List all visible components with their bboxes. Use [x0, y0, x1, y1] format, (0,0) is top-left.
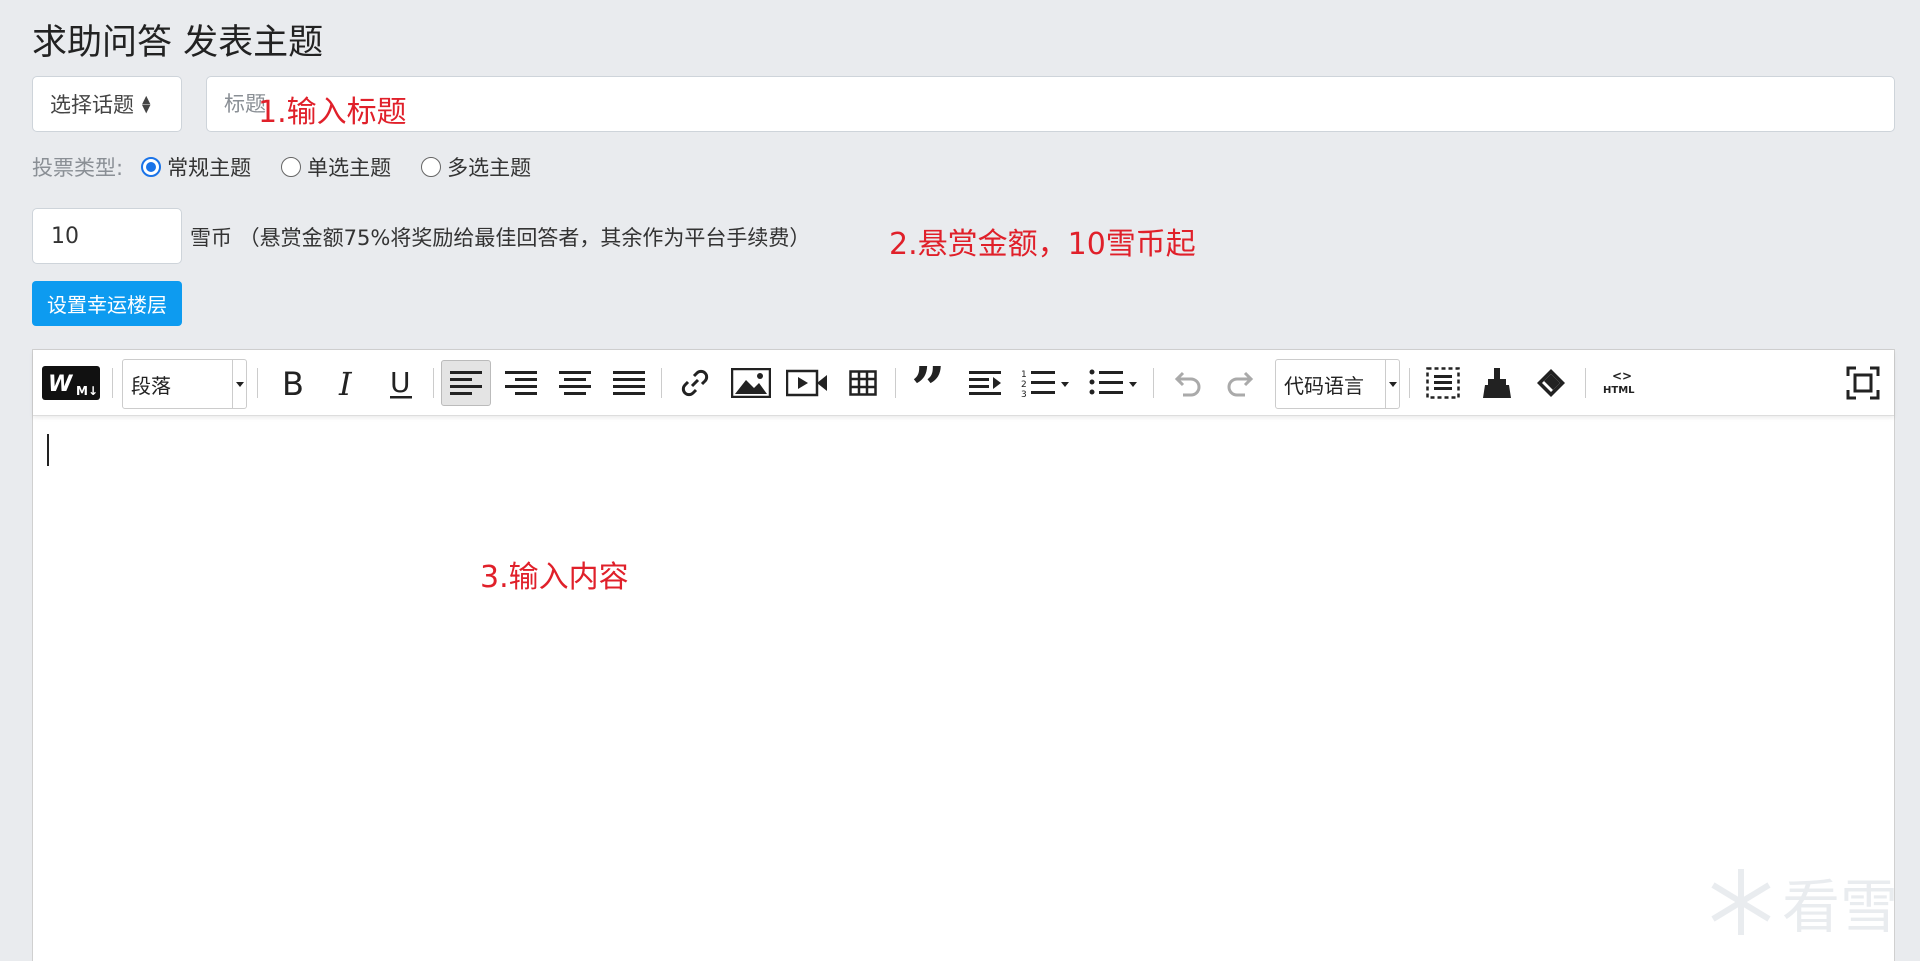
- toolbar-separator: [895, 368, 896, 398]
- annotation-step1: 1.输入标题: [258, 95, 407, 130]
- align-justify-icon[interactable]: [605, 360, 653, 406]
- title-input[interactable]: [206, 76, 1895, 132]
- radio-button[interactable]: [141, 157, 162, 177]
- svg-text:B: B: [282, 367, 304, 399]
- annotation-step2: 2.悬赏金额，10雪币起: [889, 227, 1196, 262]
- watermark-text: 看雪: [1782, 873, 1899, 941]
- toolbar-separator: [1409, 368, 1410, 398]
- vote-option-single[interactable]: 单选主题: [281, 152, 391, 182]
- svg-text:M↓: M↓: [76, 384, 98, 398]
- svg-text:W: W: [48, 372, 74, 397]
- rich-text-editor: W M↓ 段落 B I U 1 2 3 代码语言 <> HTML: [32, 349, 1895, 961]
- code-language-value: 代码语言: [1284, 373, 1364, 398]
- link-icon[interactable]: [671, 360, 719, 406]
- toolbar-separator: [1153, 368, 1154, 398]
- sort-arrows-icon: ▲ ▼: [142, 93, 151, 115]
- vote-option-regular[interactable]: 常规主题: [141, 152, 251, 182]
- radio-button[interactable]: [421, 157, 442, 177]
- svg-text:I: I: [338, 367, 353, 399]
- paragraph-select-value: 段落: [131, 373, 171, 398]
- page-title: 求助问答 发表主题: [32, 23, 324, 63]
- format-painter-icon[interactable]: [1473, 360, 1521, 406]
- svg-text:2: 2: [1021, 380, 1027, 390]
- editor-toolbar: W M↓ 段落 B I U 1 2 3 代码语言 <> HTML: [33, 350, 1894, 416]
- annotation-step3: 3.输入内容: [480, 560, 629, 595]
- select-all-icon[interactable]: [1419, 360, 1467, 406]
- topic-select-label: 选择话题: [50, 93, 134, 117]
- image-icon[interactable]: [725, 360, 777, 406]
- align-left-icon[interactable]: [441, 360, 491, 406]
- paragraph-select[interactable]: 段落: [122, 359, 247, 409]
- vote-option-label: 多选主题: [447, 156, 532, 180]
- unordered-list-icon[interactable]: [1083, 360, 1145, 406]
- vote-option-label: 单选主题: [307, 156, 392, 180]
- html-icon-label: HTML: [1603, 385, 1635, 396]
- caret-down-icon: [232, 360, 246, 408]
- fullscreen-icon[interactable]: [1839, 360, 1887, 406]
- caret-down-icon: [1385, 360, 1399, 408]
- svg-text:1: 1: [1021, 370, 1027, 380]
- vote-option-multiple[interactable]: 多选主题: [421, 152, 531, 182]
- indent-icon[interactable]: [961, 360, 1009, 406]
- bold-icon[interactable]: B: [269, 360, 317, 406]
- vote-type-label: 投票类型:: [32, 156, 124, 180]
- watermark: 看雪: [1710, 860, 1898, 944]
- html-icon[interactable]: <> HTML: [1595, 360, 1643, 406]
- underline-icon[interactable]: U: [377, 360, 425, 406]
- video-icon[interactable]: [781, 360, 833, 406]
- vote-option-label: 常规主题: [167, 156, 252, 180]
- reward-note: 雪币 （悬赏金额75%将奖励给最佳回答者，其余作为平台手续费）: [190, 226, 811, 250]
- toolbar-separator: [661, 368, 662, 398]
- svg-text:3: 3: [1021, 390, 1027, 398]
- svg-text:<>: <>: [1612, 369, 1632, 383]
- align-center-icon[interactable]: [551, 360, 599, 406]
- toolbar-separator: [433, 368, 434, 398]
- wm-markdown-icon[interactable]: W M↓: [41, 360, 101, 406]
- toolbar-separator: [257, 368, 258, 398]
- lucky-floor-button[interactable]: 设置幸运楼层: [32, 281, 182, 326]
- align-right-icon[interactable]: [497, 360, 545, 406]
- redo-icon[interactable]: [1217, 360, 1265, 406]
- toolbar-separator: [1585, 368, 1586, 398]
- topic-select[interactable]: 选择话题 ▲ ▼: [32, 76, 182, 132]
- undo-icon[interactable]: [1163, 360, 1211, 406]
- toolbar-separator: [112, 368, 113, 398]
- snowflake-icon: [1711, 869, 1771, 935]
- italic-icon[interactable]: I: [323, 360, 371, 406]
- radio-button[interactable]: [281, 157, 302, 177]
- ordered-list-icon[interactable]: 123: [1015, 360, 1077, 406]
- blockquote-icon[interactable]: ”: [905, 360, 957, 406]
- vote-type-row: 投票类型: 常规主题 单选主题 多选主题: [32, 152, 561, 182]
- svg-text:U: U: [390, 366, 411, 399]
- text-cursor: [47, 434, 49, 466]
- svg-text:”: ”: [911, 366, 946, 400]
- eraser-icon[interactable]: [1527, 360, 1575, 406]
- table-icon[interactable]: [839, 360, 887, 406]
- reward-amount-input[interactable]: [32, 208, 182, 264]
- code-language-select[interactable]: 代码语言: [1275, 359, 1400, 409]
